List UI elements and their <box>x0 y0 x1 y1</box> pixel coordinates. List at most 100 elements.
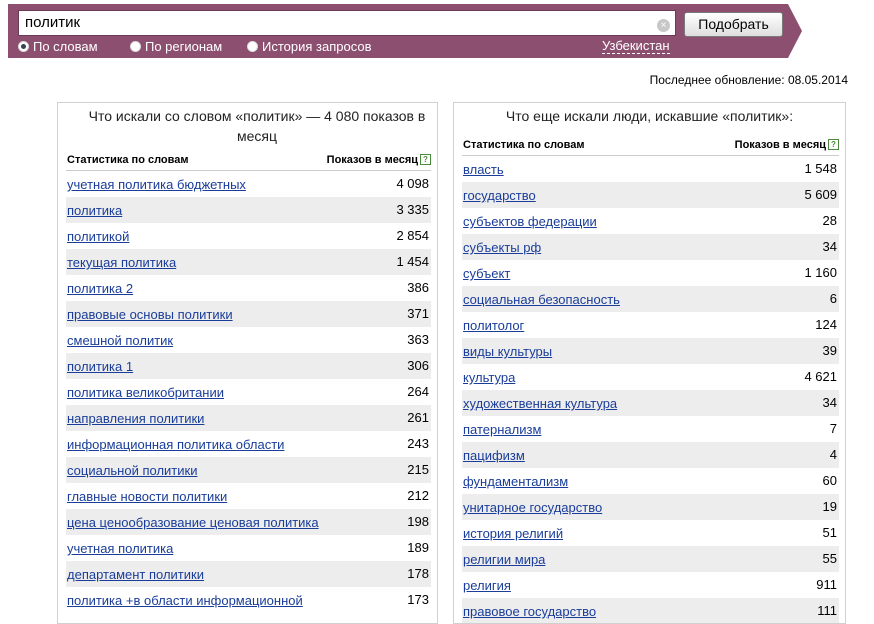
table-row: информационная политика области 243 <box>66 431 431 457</box>
phrase-link[interactable]: департамент политики <box>67 567 204 582</box>
impressions-count: 60 <box>822 473 837 488</box>
phrase-link[interactable]: политика +в области информационной <box>67 593 303 608</box>
impressions-count: 212 <box>407 488 429 503</box>
table-row: политика +в области информационной 173 <box>66 587 431 613</box>
phrase-link[interactable]: правовое государство <box>463 604 596 619</box>
table-row: политика 3 335 <box>66 197 431 223</box>
phrase-link[interactable]: фундаментализм <box>463 474 568 489</box>
phrase-link[interactable]: политика 1 <box>67 359 133 374</box>
phrase-link[interactable]: пацифизм <box>463 448 525 463</box>
region-link[interactable]: Узбекистан <box>602 39 670 54</box>
impressions-count: 124 <box>815 317 837 332</box>
phrase-link[interactable]: культура <box>463 370 515 385</box>
phrase-link[interactable]: текущая политика <box>67 255 176 270</box>
impressions-count: 4 098 <box>396 176 429 191</box>
phrase-link[interactable]: власть <box>463 162 504 177</box>
phrase-link[interactable]: унитарное государство <box>463 500 602 515</box>
table-header: Статистика по словам Показов в месяц? <box>66 150 431 171</box>
table-row: социальная безопасность 6 <box>462 286 839 312</box>
help-icon[interactable]: ? <box>828 139 839 150</box>
table-row: фундаментализм 60 <box>462 468 839 494</box>
impressions-count: 198 <box>407 514 429 529</box>
mode-by-words-radio[interactable]: По словам <box>18 39 98 54</box>
mode-by-regions-radio[interactable]: По регионам <box>130 39 222 54</box>
help-icon[interactable]: ? <box>420 154 431 165</box>
impressions-count: 1 454 <box>396 254 429 269</box>
impressions-count: 3 335 <box>396 202 429 217</box>
column-phrase-header: Статистика по словам <box>463 139 585 151</box>
table-row: субъект 1 160 <box>462 260 839 286</box>
table-row: история религий 51 <box>462 520 839 546</box>
impressions-count: 1 548 <box>804 161 837 176</box>
mode-by-words-label: По словам <box>33 39 98 54</box>
phrase-link[interactable]: учетная политика <box>67 541 173 556</box>
table-row: цена ценообразование ценовая политика 198 <box>66 509 431 535</box>
table-row: политолог 124 <box>462 312 839 338</box>
phrase-link[interactable]: государство <box>463 188 536 203</box>
panel-title: Что еще искали люди, искавшие «политик»: <box>505 108 794 124</box>
impressions-count: 264 <box>407 384 429 399</box>
table-row: власть 1 548 <box>462 156 839 182</box>
impressions-count: 34 <box>822 395 837 410</box>
phrase-link[interactable]: история религий <box>463 526 563 541</box>
impressions-count: 7 <box>829 421 837 436</box>
impressions-count: 111 <box>817 603 837 618</box>
phrase-link[interactable]: политика 2 <box>67 281 133 296</box>
table-row: политика 2 386 <box>66 275 431 301</box>
panel-title: Что искали со словом «политик» — 4 080 п… <box>88 108 426 144</box>
table-row: государство 5 609 <box>462 182 839 208</box>
related-table: власть 1 548 государство 5 609 субъектов фед… <box>462 156 839 623</box>
phrase-link[interactable]: политикой <box>67 229 129 244</box>
mode-history-radio[interactable]: История запросов <box>247 39 372 54</box>
table-row: патернализм 7 <box>462 416 839 442</box>
phrase-link[interactable]: виды культуры <box>463 344 552 359</box>
impressions-count: 243 <box>407 436 429 451</box>
phrase-link[interactable]: направления политики <box>67 411 204 426</box>
phrase-link[interactable]: главные новости политики <box>67 489 227 504</box>
impressions-count: 6 <box>829 291 837 306</box>
table-row: унитарное государство 19 <box>462 494 839 520</box>
table-row: политика великобритании 264 <box>66 379 431 405</box>
impressions-count: 28 <box>822 213 837 228</box>
phrase-link[interactable]: религия <box>463 578 511 593</box>
search-bar: политик × Подобрать По словам По региона… <box>8 4 788 58</box>
impressions-count: 19 <box>822 499 837 514</box>
table-row: департамент политики 178 <box>66 561 431 587</box>
search-input[interactable]: политик <box>18 10 676 36</box>
table-row: политикой 2 854 <box>66 223 431 249</box>
impressions-count: 189 <box>407 540 429 555</box>
words-stats-panel: Что искали со словом «политик» — 4 080 п… <box>57 102 438 624</box>
impressions-count: 34 <box>822 239 837 254</box>
phrase-link[interactable]: субъект <box>463 266 510 281</box>
phrase-link[interactable]: социальной политики <box>67 463 197 478</box>
impressions-count: 55 <box>822 551 837 566</box>
words-table: учетная политика бюджетных 4 098 политика 3… <box>66 171 431 613</box>
impressions-count: 178 <box>407 566 429 581</box>
table-row: виды культуры 39 <box>462 338 839 364</box>
phrase-link[interactable]: политика великобритании <box>67 385 224 400</box>
phrase-link[interactable]: правовые основы политики <box>67 307 233 322</box>
phrase-link[interactable]: учетная политика бюджетных <box>67 177 246 192</box>
clear-icon[interactable]: × <box>657 19 670 32</box>
phrase-link[interactable]: информационная политика области <box>67 437 284 452</box>
column-count-label: Показов в месяц <box>734 139 826 151</box>
phrase-link[interactable]: субъектов федерации <box>463 214 597 229</box>
impressions-count: 386 <box>407 280 429 295</box>
phrase-link[interactable]: художественная культура <box>463 396 617 411</box>
related-stats-panel: Что еще искали люди, искавшие «политик»:… <box>453 102 846 624</box>
phrase-link[interactable]: цена ценообразование ценовая политика <box>67 515 319 530</box>
column-count-header: Показов в месяц? <box>327 154 431 166</box>
table-row: учетная политика 189 <box>66 535 431 561</box>
phrase-link[interactable]: политика <box>67 203 122 218</box>
phrase-link[interactable]: патернализм <box>463 422 541 437</box>
impressions-count: 5 609 <box>804 187 837 202</box>
phrase-link[interactable]: смешной политик <box>67 333 173 348</box>
column-count-label: Показов в месяц <box>326 154 418 166</box>
table-row: направления политики 261 <box>66 405 431 431</box>
submit-button[interactable]: Подобрать <box>684 12 783 37</box>
table-row: пацифизм 4 <box>462 442 839 468</box>
phrase-link[interactable]: социальная безопасность <box>463 292 620 307</box>
phrase-link[interactable]: политолог <box>463 318 524 333</box>
phrase-link[interactable]: субъекты рф <box>463 240 541 255</box>
phrase-link[interactable]: религии мира <box>463 552 545 567</box>
